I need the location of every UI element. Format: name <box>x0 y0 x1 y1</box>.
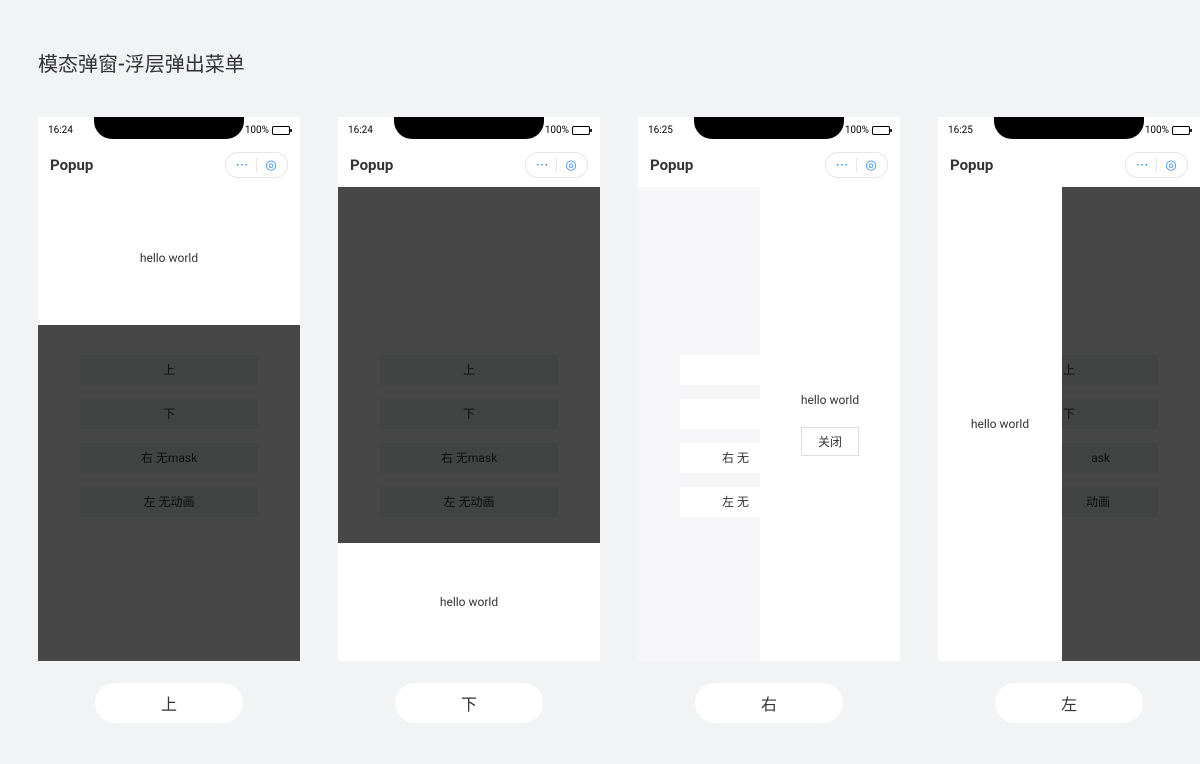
nav-bar: Popup ⋯ ◎ <box>338 143 600 187</box>
popup-text: hello world <box>440 595 498 609</box>
caption-pill: 上 <box>95 683 243 723</box>
clock: 16:24 <box>48 125 73 136</box>
nav-actions: ⋯ ◎ <box>825 152 888 178</box>
hello-text: hello world <box>38 251 300 265</box>
nav-title: Popup <box>50 156 93 174</box>
popup-panel-right: hello world 关闭 <box>760 187 900 661</box>
popup-panel-bottom: hello world <box>338 543 600 661</box>
battery-icon <box>872 126 890 135</box>
notch <box>94 117 244 139</box>
nav-bar: Popup ⋯ ◎ <box>638 143 900 187</box>
battery-icon <box>1172 126 1190 135</box>
popup-panel-left: hello world <box>938 187 1062 661</box>
phone-frame: 16:24 100% Popup ⋯ ◎ hello world <box>38 117 300 661</box>
target-icon[interactable]: ◎ <box>261 155 281 175</box>
clock: 16:25 <box>648 125 673 136</box>
page-title: 模态弹窗-浮层弹出菜单 <box>0 0 1200 77</box>
nav-separator <box>556 158 557 172</box>
nav-actions: ⋯ ◎ <box>225 152 288 178</box>
notch <box>994 117 1144 139</box>
status-bar: 16:24 100% <box>38 117 300 143</box>
battery-text: 100% <box>245 125 269 136</box>
status-bar: 16:24 100% <box>338 117 600 143</box>
popup-mask[interactable] <box>338 187 600 543</box>
battery-icon <box>272 126 290 135</box>
caption-pill: 下 <box>395 683 543 723</box>
status-bar: 16:25 100% <box>938 117 1200 143</box>
page-body: 上 下 ask 动画 hello world <box>938 187 1200 661</box>
notch <box>394 117 544 139</box>
phone-frame: 16:24 100% Popup ⋯ ◎ 上 下 <box>338 117 600 661</box>
battery-text: 100% <box>845 125 869 136</box>
nav-title: Popup <box>650 156 693 174</box>
nav-bar: Popup ⋯ ◎ <box>938 143 1200 187</box>
target-icon[interactable]: ◎ <box>1161 155 1181 175</box>
popup-text: hello world <box>971 417 1029 431</box>
nav-bar: Popup ⋯ ◎ <box>38 143 300 187</box>
phone-frame: 16:25 100% Popup ⋯ ◎ 上 下 <box>938 117 1200 661</box>
caption-pill: 右 <box>695 683 843 723</box>
demo-up: 16:24 100% Popup ⋯ ◎ hello world <box>38 117 300 723</box>
nav-actions: ⋯ ◎ <box>525 152 588 178</box>
clock: 16:25 <box>948 125 973 136</box>
battery-indicator: 100% <box>245 125 290 136</box>
status-bar: 16:25 100% <box>638 117 900 143</box>
nav-actions: ⋯ ◎ <box>1125 152 1188 178</box>
more-icon[interactable]: ⋯ <box>232 155 252 175</box>
caption-pill: 左 <box>995 683 1143 723</box>
popup-mask[interactable] <box>1062 187 1200 661</box>
more-icon[interactable]: ⋯ <box>532 155 552 175</box>
nav-separator <box>856 158 857 172</box>
close-button[interactable]: 关闭 <box>801 427 859 456</box>
nav-title: Popup <box>950 156 993 174</box>
battery-indicator: 100% <box>545 125 590 136</box>
target-icon[interactable]: ◎ <box>861 155 881 175</box>
target-icon[interactable]: ◎ <box>561 155 581 175</box>
demo-right: 16:25 100% Popup ⋯ ◎ <box>638 117 900 723</box>
notch <box>694 117 844 139</box>
demo-down: 16:24 100% Popup ⋯ ◎ 上 下 <box>338 117 600 723</box>
page-body: 右 无 左 无 hello world 关闭 <box>638 187 900 661</box>
nav-separator <box>256 158 257 172</box>
battery-indicator: 100% <box>845 125 890 136</box>
page-body: hello world 上 下 右 无mask 左 无动画 <box>38 187 300 661</box>
phone-frame: 16:25 100% Popup ⋯ ◎ <box>638 117 900 661</box>
battery-indicator: 100% <box>1145 125 1190 136</box>
more-icon[interactable]: ⋯ <box>1132 155 1152 175</box>
demo-left: 16:25 100% Popup ⋯ ◎ 上 下 <box>938 117 1200 723</box>
page-body: 上 下 右 无mask 左 无动画 hello world <box>338 187 600 661</box>
more-icon[interactable]: ⋯ <box>832 155 852 175</box>
battery-text: 100% <box>545 125 569 136</box>
popup-text: hello world <box>801 393 859 407</box>
nav-title: Popup <box>350 156 393 174</box>
battery-text: 100% <box>1145 125 1169 136</box>
popup-mask[interactable] <box>38 325 300 661</box>
battery-icon <box>572 126 590 135</box>
demo-gallery: 16:24 100% Popup ⋯ ◎ hello world <box>0 77 1200 723</box>
clock: 16:24 <box>348 125 373 136</box>
nav-separator <box>1156 158 1157 172</box>
